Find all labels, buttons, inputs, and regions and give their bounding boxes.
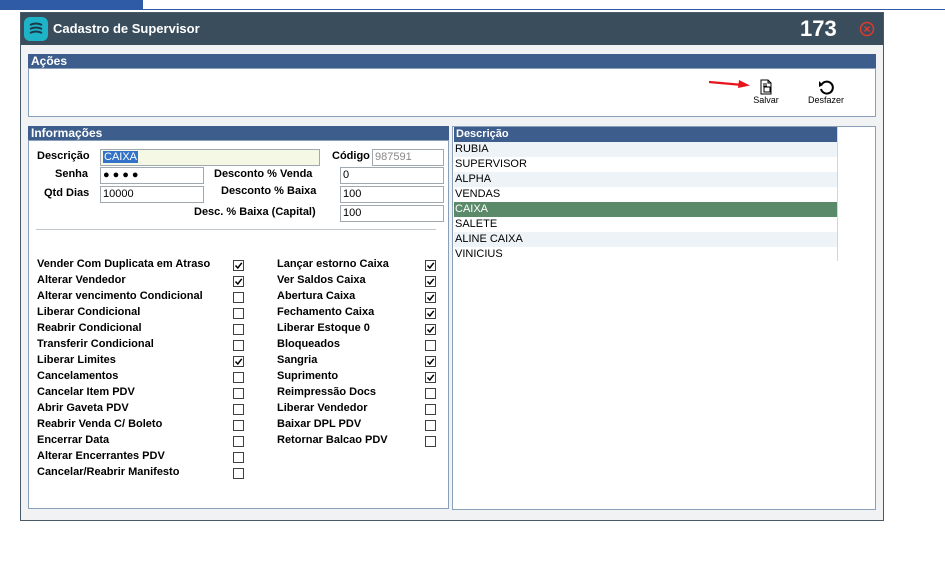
list-item[interactable]: SALETE <box>454 217 837 232</box>
permission-label: Abrir Gaveta PDV <box>37 402 129 414</box>
checkbox-checked[interactable] <box>425 356 436 367</box>
checkbox-unchecked[interactable] <box>233 388 244 399</box>
qtd-dias-label: Qtd Dias <box>44 187 90 199</box>
informacoes-panel: Descrição CAIXA Código 987591 Senha ●●●●… <box>28 140 449 509</box>
codigo-input[interactable]: 987591 <box>372 149 444 166</box>
acoes-panel: Salvar Desfazer <box>28 68 876 117</box>
desc-baixa-capital-input[interactable]: 100 <box>340 205 444 222</box>
permission-label: Liberar Condicional <box>37 306 141 318</box>
checkbox-unchecked[interactable] <box>425 420 436 431</box>
desconto-baixa-input[interactable]: 100 <box>340 186 444 203</box>
permission-label: Reimpressão Docs <box>277 386 377 398</box>
desc-baixa-capital-label: Desc. % Baixa (Capital) <box>194 206 316 218</box>
permission-label: Liberar Limites <box>37 354 116 366</box>
qtd-dias-input[interactable]: 10000 <box>100 186 204 203</box>
permission-label: Alterar Encerrantes PDV <box>37 450 165 462</box>
checkbox-checked[interactable] <box>425 372 436 383</box>
list-item[interactable]: RUBIA <box>454 142 837 157</box>
desconto-baixa-label: Desconto % Baixa <box>221 185 317 197</box>
permission-label: Reabrir Condicional <box>37 322 142 334</box>
permission-label: Encerrar Data <box>37 434 110 446</box>
permission-label: Baixar DPL PDV <box>277 418 362 430</box>
save-document-icon <box>760 79 772 95</box>
permission-label: Reabrir Venda C/ Boleto <box>37 418 163 430</box>
top-accent-bar <box>0 0 143 10</box>
permission-label: Fechamento Caixa <box>277 306 375 318</box>
list-item[interactable]: VENDAS <box>454 187 837 202</box>
save-label: Salvar <box>753 95 779 105</box>
list-column-divider <box>837 127 838 261</box>
window-title: Cadastro de Supervisor <box>53 21 200 36</box>
descricao-label: Descrição <box>37 150 90 162</box>
checkbox-unchecked[interactable] <box>233 420 244 431</box>
record-number: 173 <box>800 16 837 41</box>
checkbox-unchecked[interactable] <box>233 452 244 463</box>
checkbox-checked[interactable] <box>233 260 244 271</box>
permission-label: Liberar Vendedor <box>277 402 368 414</box>
app-logo-icon <box>24 17 48 41</box>
permission-label: Alterar vencimento Condicional <box>37 290 203 302</box>
permission-label: Retornar Balcao PDV <box>277 434 388 446</box>
checkbox-unchecked[interactable] <box>425 388 436 399</box>
checkbox-checked[interactable] <box>425 324 436 335</box>
permission-label: Bloqueados <box>277 338 340 350</box>
checkbox-unchecked[interactable] <box>425 340 436 351</box>
permission-label: Lançar estorno Caixa <box>277 258 389 270</box>
checkbox-unchecked[interactable] <box>233 468 244 479</box>
list-header: Descrição <box>454 127 837 142</box>
checkbox-checked[interactable] <box>233 356 244 367</box>
list-item[interactable]: VINICIUS <box>454 247 837 262</box>
supervisor-list: Descrição RUBIA SUPERVISOR ALPHA VENDAS CAIX… <box>452 126 876 510</box>
senha-label: Senha <box>55 168 89 180</box>
permission-label: Vender Com Duplicata em Atraso <box>37 258 211 270</box>
acoes-header: Ações <box>28 54 876 68</box>
undo-label: Desfazer <box>807 95 844 105</box>
descricao-input[interactable]: CAIXA <box>100 149 320 166</box>
permission-label: Alterar Vendedor <box>37 274 126 286</box>
permission-label: Liberar Estoque 0 <box>277 322 370 334</box>
checkbox-unchecked[interactable] <box>233 308 244 319</box>
permission-label: Sangria <box>277 354 318 366</box>
checkbox-unchecked[interactable] <box>425 436 436 447</box>
checkbox-checked[interactable] <box>425 292 436 303</box>
checkbox-unchecked[interactable] <box>233 372 244 383</box>
separator <box>36 229 436 230</box>
title-bar: Cadastro de Supervisor 173 <box>21 13 883 45</box>
codigo-label: Código <box>332 150 370 162</box>
permission-label: Abertura Caixa <box>277 290 356 302</box>
checkbox-checked[interactable] <box>233 276 244 287</box>
list-item[interactable]: SUPERVISOR <box>454 157 837 172</box>
checkbox-unchecked[interactable] <box>233 324 244 335</box>
save-button[interactable]: Salvar <box>743 79 789 105</box>
desconto-venda-label: Desconto % Venda <box>214 168 313 180</box>
checkbox-unchecked[interactable] <box>233 292 244 303</box>
checkbox-unchecked[interactable] <box>233 340 244 351</box>
list-item[interactable]: ALINE CAIXA <box>454 232 837 247</box>
supervisor-window: Cadastro de Supervisor 173 Ações Salvar … <box>20 12 884 521</box>
undo-button[interactable]: Desfazer <box>803 79 849 105</box>
checkbox-checked[interactable] <box>425 260 436 271</box>
permission-label: Suprimento <box>277 370 339 382</box>
undo-icon <box>819 80 834 95</box>
checkbox-checked[interactable] <box>425 276 436 287</box>
top-accent-line <box>143 9 945 10</box>
checkbox-unchecked[interactable] <box>233 404 244 415</box>
close-circle-icon[interactable] <box>859 21 875 37</box>
senha-input[interactable]: ●●●● <box>100 167 204 184</box>
permission-label: Ver Saldos Caixa <box>277 274 366 286</box>
checkbox-unchecked[interactable] <box>233 436 244 447</box>
list-item[interactable]: CAIXA <box>454 202 837 217</box>
checkbox-checked[interactable] <box>425 308 436 319</box>
permission-label: Transferir Condicional <box>37 338 154 350</box>
permission-label: Cancelar/Reabrir Manifesto <box>37 466 180 478</box>
informacoes-header: Informações <box>28 126 449 140</box>
permission-label: Cancelar Item PDV <box>37 386 135 398</box>
desconto-venda-input[interactable]: 0 <box>340 167 444 184</box>
list-item[interactable]: ALPHA <box>454 172 837 187</box>
permission-label: Cancelamentos <box>37 370 119 382</box>
checkbox-unchecked[interactable] <box>425 404 436 415</box>
